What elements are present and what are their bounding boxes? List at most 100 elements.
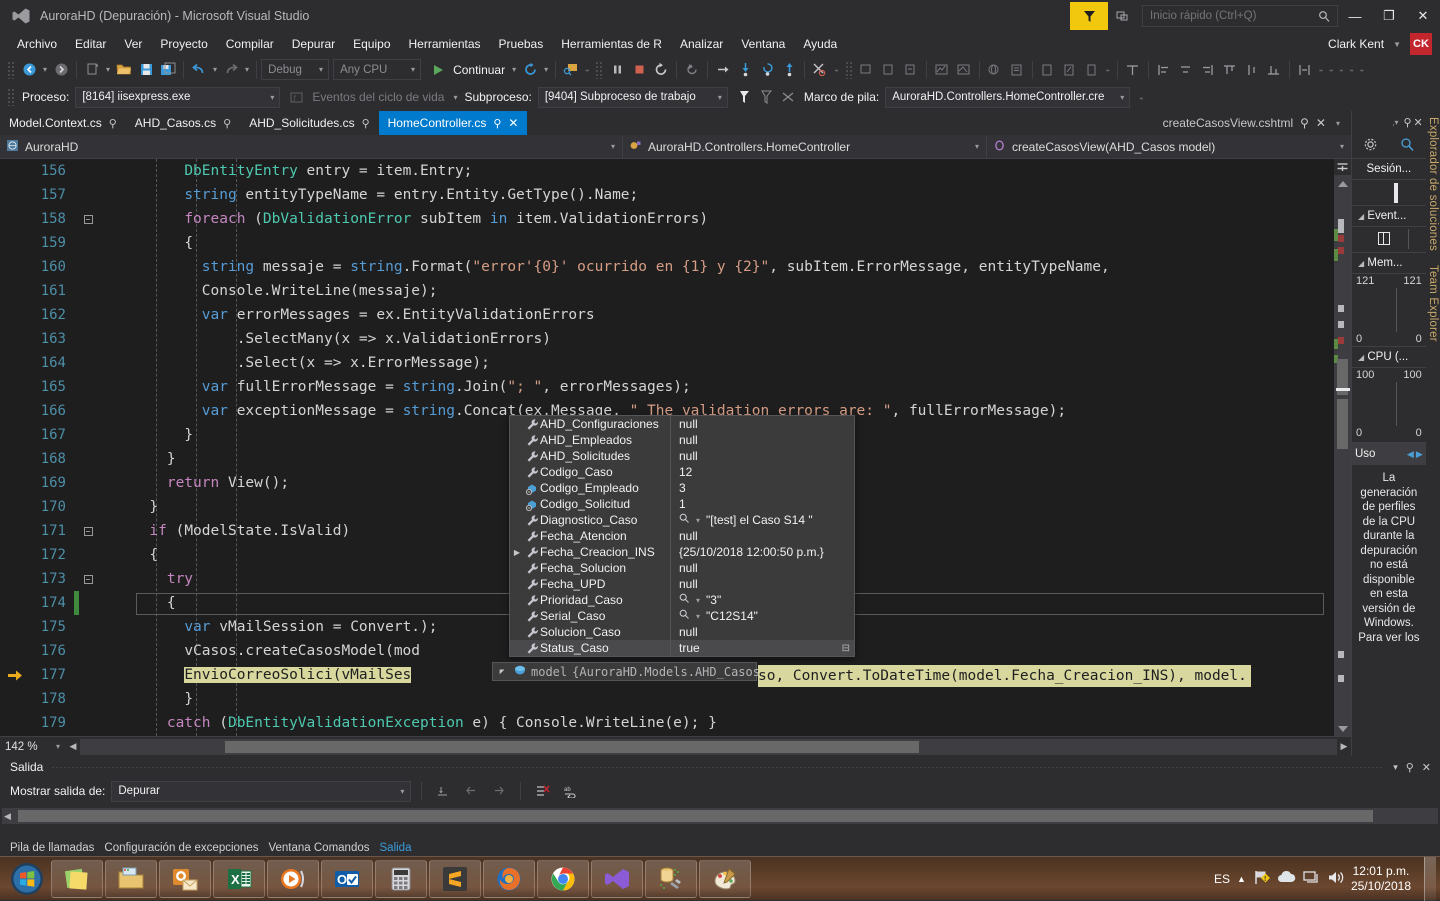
scroll-tabs-left-icon[interactable]: ◀ (1407, 449, 1414, 460)
scroll-tabs-right-icon[interactable]: ▶ (1416, 449, 1423, 460)
align-rights-icon[interactable] (1197, 59, 1219, 81)
datatip-row[interactable]: AHD_Empleadosnull (510, 432, 854, 448)
overflow-icon[interactable]: ₌ (582, 65, 592, 74)
stop-debugging-icon[interactable] (628, 59, 650, 81)
solution-platform-dropdown[interactable]: Any CPU ▾ (333, 59, 421, 80)
close-button[interactable]: ✕ (1406, 0, 1440, 32)
menu-pruebas[interactable]: Pruebas (490, 34, 553, 54)
scroll-down-arrow[interactable] (1338, 726, 1348, 732)
datatip-row[interactable]: Fecha_Atencionnull (510, 528, 854, 544)
language-indicator[interactable]: ES (1214, 872, 1230, 886)
toolbar-grip[interactable] (7, 61, 15, 79)
code-line[interactable]: 158− foreach (DbValidationError subItem … (0, 207, 1334, 231)
process-dropdown[interactable]: [8164] iisexpress.exe ▾ (75, 87, 280, 108)
code-line[interactable]: 162 var errorMessages = ex.EntityValidat… (0, 303, 1334, 327)
outdent-icon[interactable] (900, 59, 922, 81)
code-line[interactable]: 159 { (0, 231, 1334, 255)
datatip-row[interactable]: AHD_Solicitudesnull (510, 448, 854, 464)
datatip-row[interactable]: Codigo_Empleado3 (510, 480, 854, 496)
datatip-row[interactable]: Status_Casotrue⊟ (510, 640, 854, 656)
overflow-icon[interactable]: ₌ (1103, 65, 1113, 74)
thread-dropdown[interactable]: [9404] Subproceso de trabajo ▾ (538, 87, 728, 108)
tab-salida[interactable]: Salida (380, 842, 412, 854)
menu-herramientas[interactable]: Herramientas (400, 34, 490, 54)
scroll-up-arrow[interactable] (1338, 181, 1348, 187)
continue-play-icon[interactable] (427, 59, 449, 81)
toggle-word-wrap-icon[interactable]: ab (559, 780, 581, 802)
stack-frame-dropdown[interactable]: AuroraHD.Controllers.HomeController.cre … (885, 87, 1130, 108)
toolbar-grip[interactable] (845, 61, 853, 79)
taskbar-outlook-classic-icon[interactable] (159, 860, 211, 898)
close-icon[interactable]: ✕ (1316, 116, 1326, 130)
project-dropdown[interactable]: AuroraHD ▾ (0, 136, 623, 158)
new-project-icon[interactable] (81, 59, 103, 81)
onedrive-icon[interactable] (1277, 870, 1296, 888)
restart-debug-icon[interactable] (650, 59, 672, 81)
visualizer-dropdown-icon[interactable]: ▾ (693, 596, 703, 605)
navigate-backward-icon[interactable] (18, 59, 40, 81)
menu-depurar[interactable]: Depurar (283, 34, 344, 54)
tab-model-context[interactable]: Model.Context.cs ⚲ (0, 111, 126, 135)
add-area-icon[interactable] (1081, 59, 1103, 81)
align-tops-icon[interactable] (1219, 59, 1241, 81)
restore-button[interactable]: ❐ (1372, 0, 1406, 32)
align-middles-icon[interactable] (1241, 59, 1263, 81)
back-dropdown-icon[interactable]: ▾ (40, 65, 50, 74)
pin-icon[interactable]: ⚲ (109, 117, 117, 130)
network-icon[interactable] (1303, 870, 1320, 888)
code-line[interactable]: 160 string messaje = string.Format("erro… (0, 255, 1334, 279)
close-icon[interactable]: ✕ (1419, 761, 1434, 774)
datatip-row[interactable]: Codigo_Caso12 (510, 464, 854, 480)
uncomment-icon[interactable] (878, 59, 900, 81)
tab-ventana-comandos[interactable]: Ventana Comandos (268, 842, 369, 854)
continue-dropdown-icon[interactable]: ▾ (509, 65, 519, 74)
taskbar-visual-studio-icon[interactable] (591, 860, 643, 898)
step-into-icon[interactable] (734, 59, 756, 81)
quick-launch-input[interactable] (1150, 10, 1318, 22)
text-visualizer-icon[interactable] (679, 609, 690, 623)
tab-team-explorer[interactable]: Team Explorer (1427, 265, 1439, 342)
show-hidden-icons-icon[interactable]: ▲ (1237, 874, 1246, 884)
chevron-down-icon[interactable]: ▾ (972, 142, 982, 151)
notifications-icon[interactable] (1108, 2, 1136, 30)
new-dropdown-icon[interactable]: ▾ (103, 65, 113, 74)
send-feedback-icon[interactable] (1070, 2, 1108, 30)
toolbar-grip[interactable] (7, 88, 15, 106)
expander-icon[interactable]: ◢ (1358, 259, 1364, 268)
start-button-icon[interactable] (4, 859, 50, 899)
code-editor[interactable]: 156 DbEntityEntry entry = item.Entry;157… (0, 159, 1334, 736)
tab-pila-de-llamadas[interactable]: Pila de llamadas (10, 842, 94, 854)
align-bottoms-icon[interactable] (1263, 59, 1285, 81)
tab-home-controller[interactable]: HomeController.cs ⚲ ✕ (379, 111, 528, 135)
pin-icon[interactable]: ⚲ (1403, 116, 1411, 129)
find-message-icon[interactable] (432, 780, 454, 802)
redo-icon[interactable] (220, 59, 242, 81)
code-line[interactable]: 156 DbEntityEntry entry = item.Entry; (0, 159, 1334, 183)
go-to-previous-icon[interactable] (460, 780, 482, 802)
clear-all-icon[interactable] (531, 780, 553, 802)
redo-dropdown-icon[interactable]: ▾ (242, 65, 252, 74)
code-line[interactable]: 163 .SelectMany(x => x.ValidationErrors) (0, 327, 1334, 351)
undo-dropdown-icon[interactable]: ▾ (210, 65, 220, 74)
editor-vertical-scrollbar[interactable] (1334, 159, 1351, 736)
collapse-outline-icon[interactable]: − (79, 527, 97, 536)
taskbar-media-player-icon[interactable] (267, 860, 319, 898)
clock[interactable]: 12:01 p.m. 25/10/2018 (1351, 864, 1411, 894)
add-view-icon[interactable] (1037, 59, 1059, 81)
page-inspector-icon[interactable] (1006, 59, 1028, 81)
pin-icon[interactable]: ⚲ (362, 117, 370, 130)
menu-equipo[interactable]: Equipo (344, 34, 399, 54)
step-over-icon[interactable] (712, 59, 734, 81)
close-icon[interactable]: ✕ (508, 116, 518, 130)
minimize-button[interactable]: — (1338, 0, 1372, 32)
type-dropdown[interactable]: AuroraHD.Controllers.HomeController ▾ (623, 136, 987, 158)
chevron-down-icon[interactable]: ▾ (450, 93, 460, 102)
code-line[interactable]: 165 var fullErrorMessage = string.Join("… (0, 375, 1334, 399)
datatip-row[interactable]: ▶Fecha_Creacion_INS{25/10/2018 12:00:50 … (510, 544, 854, 560)
datatip-row[interactable]: Fecha_UPDnull (510, 576, 854, 592)
comment-icon[interactable] (856, 59, 878, 81)
toggle-designer-icon[interactable] (931, 59, 953, 81)
overflow-icon[interactable]: ₌ (1336, 65, 1346, 74)
restart-icon[interactable] (519, 59, 541, 81)
chevron-down-icon[interactable]: ▾ (408, 65, 418, 74)
